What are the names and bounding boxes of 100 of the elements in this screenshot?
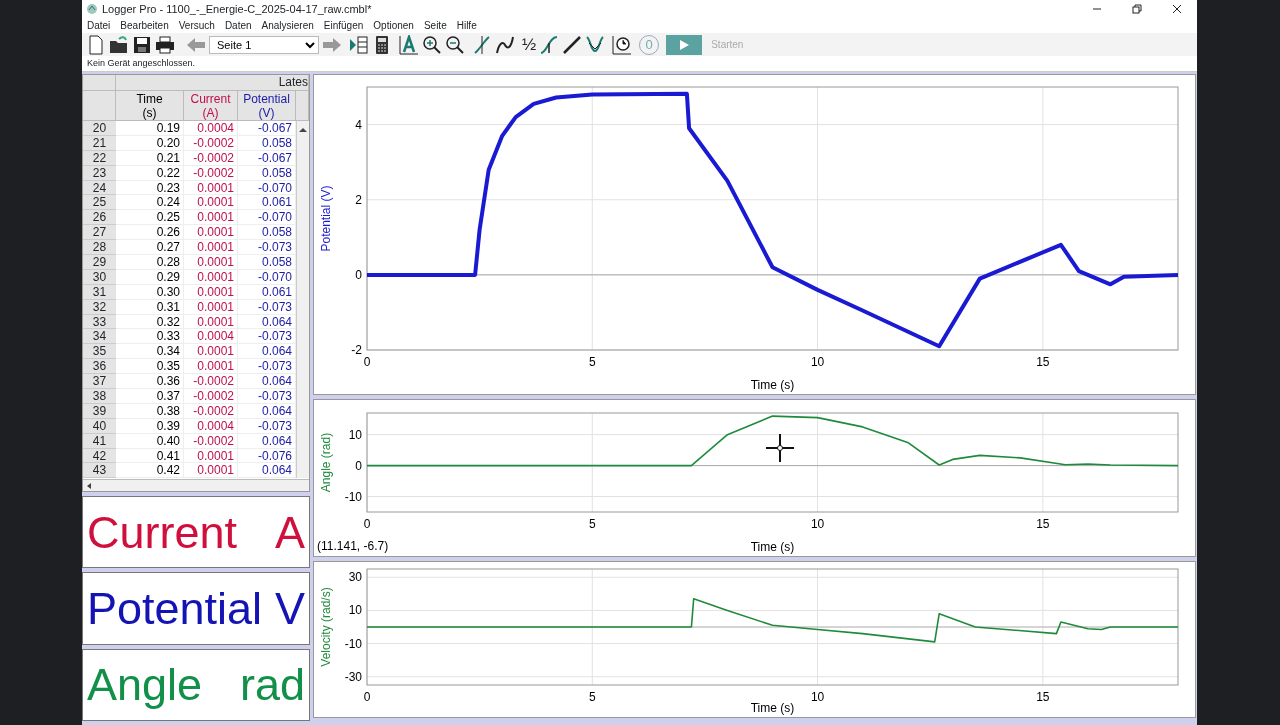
zoom-out-icon[interactable]: [445, 34, 465, 55]
table-icon[interactable]: [349, 34, 369, 55]
table-cell: 0.064: [238, 344, 296, 360]
table-cell: 0.064: [238, 403, 296, 419]
tick-label: 10: [348, 603, 362, 618]
table-cell: 0.42: [116, 463, 184, 479]
tick-label: -2: [351, 343, 362, 357]
menu-item[interactable]: Hilfe: [451, 18, 482, 33]
axis-title: Time (s): [750, 701, 795, 715]
tick-label: 10: [810, 355, 825, 369]
menu-item[interactable]: Analysieren: [256, 18, 319, 33]
statistics-button[interactable]: ½: [522, 34, 537, 55]
table-cell: 0.28: [116, 255, 184, 270]
table-cell: 0.0004: [184, 418, 238, 434]
row-number: 35: [83, 344, 116, 360]
table-cell: 0.061: [238, 195, 296, 211]
column-header[interactable]: Time: [116, 91, 183, 106]
meter-unit: V: [275, 586, 305, 631]
tick-label: 10: [810, 517, 825, 531]
tick-label: 10: [348, 427, 362, 442]
tangent-icon[interactable]: [495, 34, 515, 55]
menu-item[interactable]: Einfügen: [318, 18, 369, 33]
row-number: 25: [83, 195, 116, 211]
row-number: 38: [83, 389, 116, 404]
table-cell: -0.067: [238, 150, 296, 166]
table-cell: -0.073: [238, 299, 296, 315]
menu-item[interactable]: Optionen: [368, 18, 419, 33]
table-cell: 0.31: [116, 299, 184, 315]
tick-label: -10: [344, 489, 362, 504]
table-cell: 0.19: [116, 121, 184, 136]
stopwatch-icon[interactable]: [612, 34, 633, 55]
tick-label: 5: [588, 690, 596, 704]
table-cell: 0.0001: [184, 299, 238, 315]
column-header[interactable]: Potential: [238, 91, 295, 106]
vertical-scrollbar[interactable]: [296, 121, 309, 479]
menu-item[interactable]: Seite: [418, 18, 452, 33]
table-cell: 0.0001: [184, 269, 238, 285]
menu-item[interactable]: Datei: [82, 18, 116, 33]
crosshair-cursor-icon: [765, 433, 795, 463]
coordinate-readout: (11.141, -6.7): [317, 539, 389, 553]
axis-title: Time (s): [750, 540, 795, 554]
table-cell: 0.0001: [184, 463, 238, 479]
table-cell: 0.0001: [184, 314, 238, 330]
table-cell: -0.073: [238, 418, 296, 434]
menu-item[interactable]: Versuch: [173, 18, 220, 33]
table-cell: 0.20: [116, 135, 184, 151]
row-number: 43: [83, 463, 116, 479]
horizontal-scrollbar[interactable]: [83, 479, 309, 491]
table-cell: 0.23: [116, 180, 184, 196]
restore-icon: [1132, 4, 1142, 14]
table-cell: 0.39: [116, 418, 184, 434]
play-button[interactable]: [666, 34, 703, 55]
save-icon[interactable]: [132, 34, 152, 55]
tick-label: 0: [355, 458, 362, 473]
row-number: 29: [83, 255, 116, 270]
table-cell: 0.0001: [184, 448, 238, 464]
table-cell: 0.25: [116, 210, 184, 226]
table-cell: 0.36: [116, 374, 184, 390]
close-icon: [1172, 4, 1182, 14]
column-header[interactable]: Current: [184, 91, 237, 106]
table-cell: 0.27: [116, 240, 184, 255]
tick-label: 0: [363, 690, 371, 704]
table-cell: -0.0002: [184, 374, 238, 390]
menu-item[interactable]: Daten: [219, 18, 257, 33]
table-cell: -0.070: [238, 269, 296, 285]
integral-icon[interactable]: [539, 34, 560, 55]
zoom-in-icon[interactable]: [422, 34, 442, 55]
page-dropdown[interactable]: Seite 1: [209, 35, 319, 54]
table-cell: 0.34: [116, 344, 184, 360]
examine-icon[interactable]: [472, 34, 492, 55]
table-cell: -0.070: [238, 180, 296, 196]
axis-title: Time (s): [750, 378, 795, 392]
table-corner: [83, 75, 116, 91]
table-cell: 0.058: [238, 255, 296, 270]
table-cell: 0.40: [116, 433, 184, 449]
table-cell: 0.30: [116, 284, 184, 300]
table-cell: 0.0001: [184, 255, 238, 270]
menu-item[interactable]: Bearbeiten: [115, 18, 174, 33]
curve-fit-icon[interactable]: [585, 34, 606, 55]
tick-label: 2: [355, 192, 362, 207]
row-number: 34: [83, 329, 116, 345]
tick-label: 0: [363, 355, 371, 369]
table-cell: -0.073: [238, 329, 296, 345]
axis-title: Potential (V): [319, 185, 333, 252]
table-cell: 0.064: [238, 433, 296, 449]
autoscale-icon[interactable]: [399, 34, 419, 55]
table-cell: -0.0002: [184, 135, 238, 151]
print-icon[interactable]: [155, 34, 175, 55]
open-folder-icon[interactable]: [109, 34, 129, 55]
table-cell: 0.37: [116, 389, 184, 404]
tick-label: -10: [344, 636, 362, 651]
table-cell: 0.064: [238, 314, 296, 330]
linear-fit-icon[interactable]: [562, 34, 583, 55]
meter-label: Angle: [87, 662, 203, 708]
table-cell: 0.22: [116, 165, 184, 181]
table-cell: 0.0001: [184, 210, 238, 226]
table-cell: 0.0001: [184, 240, 238, 255]
tick-label: -30: [344, 669, 362, 684]
table-cell: -0.076: [238, 448, 296, 464]
table-cell: 0.061: [238, 284, 296, 300]
